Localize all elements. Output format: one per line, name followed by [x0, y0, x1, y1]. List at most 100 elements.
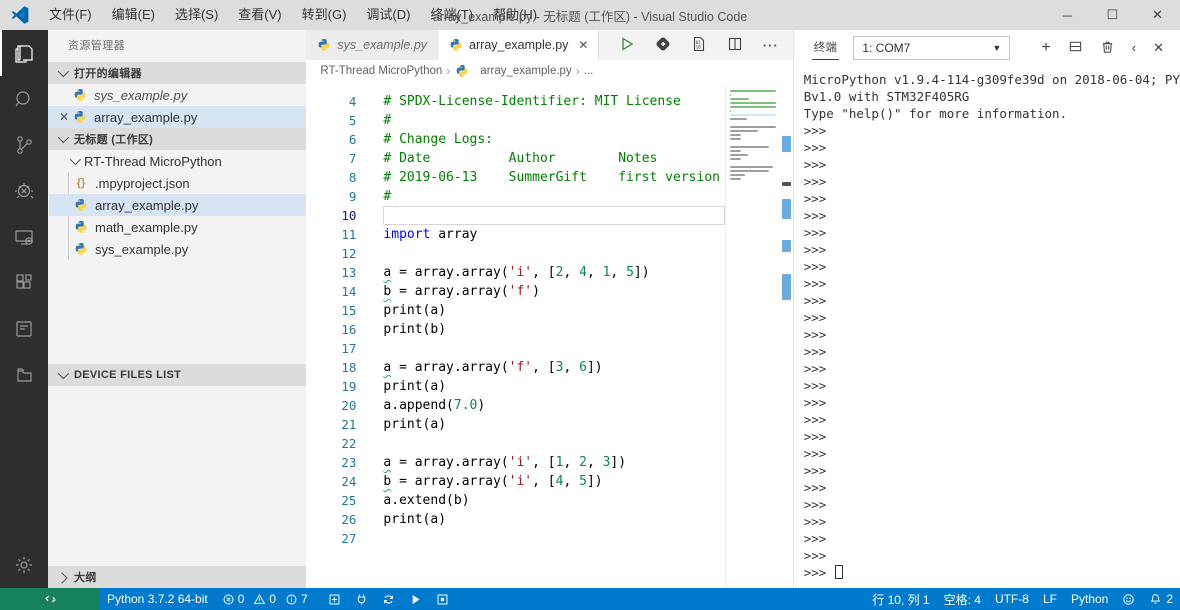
code-line[interactable]: 13 a = array.array('i', [2, 4, 1, 5])	[306, 263, 724, 282]
search-icon[interactable]	[0, 76, 48, 122]
binary-file-button[interactable]: 01 10	[691, 36, 707, 55]
code-line[interactable]: 4 # SPDX-License-Identifier: MIT License	[306, 92, 724, 111]
menu-item-v[interactable]: 查看(V)	[228, 0, 291, 30]
terminal-select[interactable]: 1: COM7 ▼	[853, 35, 1011, 60]
minimize-button[interactable]: ─	[1045, 0, 1090, 30]
device-files-header[interactable]: DEVICE FILES LIST	[48, 364, 307, 386]
notifications-bell[interactable]: 2	[1142, 588, 1180, 610]
menu-item-f[interactable]: 文件(F)	[39, 0, 102, 30]
close-icon[interactable]: ✕	[56, 110, 72, 124]
tree-file-item[interactable]: {} .mpyproject.json	[49, 172, 306, 194]
menu-item-s[interactable]: 选择(S)	[165, 0, 228, 30]
code-line[interactable]: 9 #	[306, 187, 724, 206]
python-icon	[454, 63, 470, 79]
run-button[interactable]	[402, 588, 429, 610]
stop-button[interactable]	[429, 588, 456, 610]
editor-tab[interactable]: array_example.py ✕	[438, 30, 600, 60]
code-line[interactable]: 5 #	[306, 111, 724, 130]
menu-item-d[interactable]: 调试(D)	[356, 0, 420, 30]
code-line[interactable]: 11 import array	[306, 225, 724, 244]
terminal-prompt: >>>	[803, 344, 827, 359]
more-actions-button[interactable]: ···	[763, 38, 779, 53]
notebook-icon[interactable]	[0, 306, 48, 352]
eol-sequence[interactable]: LF	[1036, 588, 1064, 610]
cursor-position[interactable]: 行 10, 列 1	[865, 588, 936, 610]
menu-item-e[interactable]: 编辑(E)	[102, 0, 165, 30]
code-text: a.append(7.0)	[383, 398, 486, 413]
minimap-line	[729, 138, 741, 140]
remote-device-icon[interactable]	[0, 214, 48, 260]
code-line[interactable]: 19 print(a)	[306, 377, 724, 396]
debug-icon[interactable]	[0, 168, 48, 214]
source-control-icon[interactable]	[0, 122, 48, 168]
code-line[interactable]: 17	[306, 339, 724, 358]
code-line[interactable]: 27	[306, 529, 724, 548]
editor-tab[interactable]: sys_example.py	[306, 30, 439, 60]
terminal-prompt: >>>	[803, 361, 827, 376]
kill-terminal-button[interactable]	[1100, 39, 1115, 57]
minimap[interactable]	[724, 86, 780, 588]
code-line[interactable]: 25 a.extend(b)	[306, 491, 724, 510]
extensions-icon[interactable]	[0, 260, 48, 306]
folders-icon[interactable]	[0, 352, 48, 398]
code-line[interactable]: 23 a = array.array('i', [1, 2, 3])	[306, 453, 724, 472]
tree-file-item[interactable]: sys_example.py	[49, 238, 306, 260]
menu-item-h[interactable]: 帮助(H)	[483, 0, 547, 30]
code-line[interactable]: 16 print(b)	[306, 320, 724, 339]
code-line[interactable]: 26 print(a)	[306, 510, 724, 529]
chevron-left-button[interactable]: ‹	[1132, 40, 1136, 55]
code-line[interactable]: 15 print(a)	[306, 301, 724, 320]
plug-button[interactable]	[348, 588, 375, 610]
add-box-button[interactable]	[321, 588, 348, 610]
split-terminal-button[interactable]	[1068, 39, 1083, 57]
tree-file-item[interactable]: array_example.py	[49, 194, 307, 216]
close-icon[interactable]: ✕	[578, 38, 588, 52]
indentation[interactable]: 空格: 4	[937, 588, 988, 610]
menu-item-g[interactable]: 转到(G)	[292, 0, 357, 30]
run-python-file-button[interactable]	[619, 36, 635, 55]
download-to-device-button[interactable]	[655, 36, 671, 55]
code-editor[interactable]: 4 # SPDX-License-Identifier: MIT License 5…	[306, 82, 792, 588]
code-line[interactable]: 7 # Date Author Notes	[306, 149, 724, 168]
code-line[interactable]: 18 a = array.array('f', [3, 6])	[306, 358, 724, 377]
tree-folder-rtthread[interactable]: RT-Thread MicroPython	[48, 150, 306, 172]
encoding[interactable]: UTF-8	[988, 588, 1036, 610]
code-line[interactable]: 24 b = array.array('i', [4, 5])	[306, 472, 724, 491]
open-editor-item[interactable]: ✕ array_example.py	[48, 106, 307, 128]
workspace-header[interactable]: 无标题 (工作区)	[48, 128, 307, 150]
menu-item-t[interactable]: 终端(T)	[420, 0, 483, 30]
explorer-icon[interactable]	[0, 30, 48, 76]
code-line[interactable]: 21 print(a)	[306, 415, 724, 434]
terminal-output[interactable]: MicroPython v1.9.4-114-g309fe39d on 2018…	[794, 65, 1180, 588]
tree-file-item[interactable]: math_example.py	[49, 216, 306, 238]
terminal-tab[interactable]: 终端	[811, 35, 840, 60]
feedback-smiley-button[interactable]	[1115, 588, 1142, 610]
terminal-prompt: >>>	[803, 378, 827, 393]
breadcrumb[interactable]: RT-Thread MicroPython › array_example.py…	[306, 60, 793, 82]
minimap-line	[729, 170, 769, 172]
code-line[interactable]: 8 # 2019-06-13 SummerGift first version	[306, 168, 724, 187]
code-line[interactable]: 12	[306, 244, 724, 263]
outline-header[interactable]: 大纲	[48, 566, 307, 588]
new-terminal-button[interactable]: +	[1041, 39, 1050, 57]
problems-indicator[interactable]: 0 0 7	[215, 592, 321, 606]
sync-button[interactable]	[375, 588, 402, 610]
python-interpreter[interactable]: Python 3.7.2 64-bit	[100, 588, 215, 610]
maximize-button[interactable]: ☐	[1090, 0, 1135, 30]
settings-gear-icon[interactable]	[0, 542, 48, 588]
close-panel-button[interactable]: ✕	[1153, 40, 1164, 56]
line-number: 9	[348, 189, 357, 204]
open-editors-header[interactable]: 打开的编辑器	[48, 62, 307, 84]
code-line[interactable]: 20 a.append(7.0)	[306, 396, 724, 415]
code-line[interactable]: 6 # Change Logs:	[306, 130, 724, 149]
language-mode[interactable]: Python	[1064, 588, 1115, 610]
code-line[interactable]: 22	[306, 434, 724, 453]
split-editor-button[interactable]	[727, 36, 743, 55]
code-line[interactable]: 14 b = array.array('f')	[306, 282, 724, 301]
code-line[interactable]: 10	[306, 206, 725, 225]
close-button[interactable]: ✕	[1135, 0, 1180, 30]
open-editor-item[interactable]: sys_example.py	[48, 84, 306, 106]
remote-indicator[interactable]	[0, 588, 100, 610]
minimap-line	[729, 178, 741, 180]
python-icon	[73, 197, 89, 213]
